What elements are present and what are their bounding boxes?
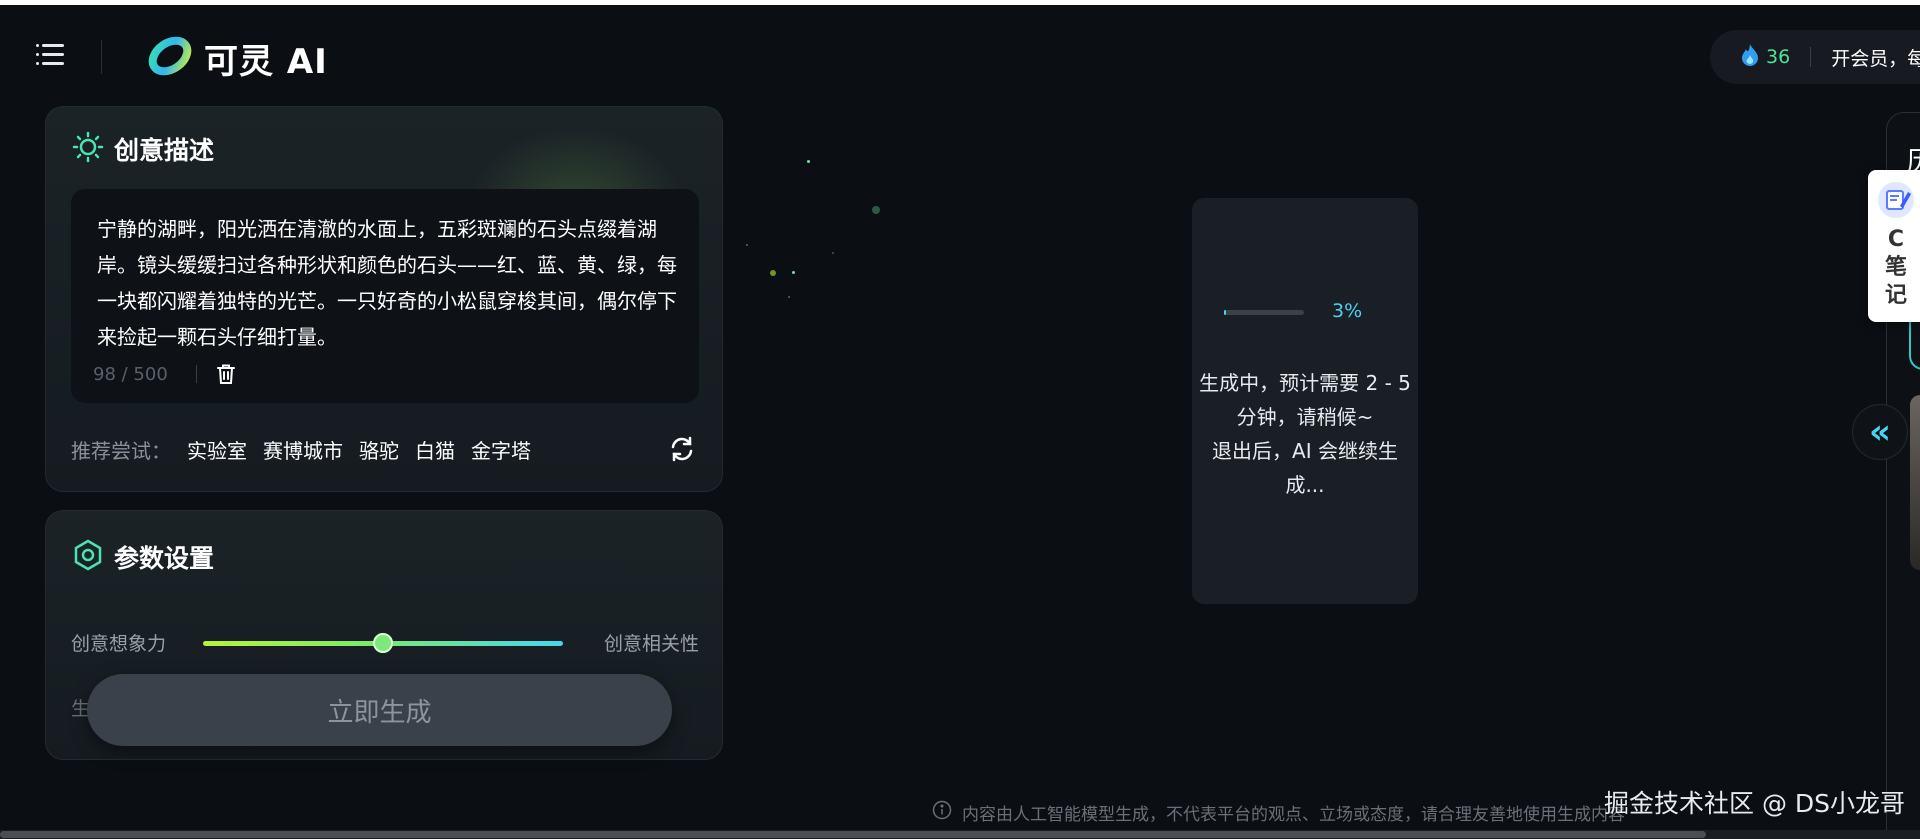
brand-logo[interactable]: 可灵 AI	[146, 32, 328, 84]
char-count: 98 / 500	[93, 363, 168, 385]
slider-thumb[interactable]	[373, 633, 393, 653]
note-label-line: 记	[1884, 283, 1907, 308]
slider-left-label: 创意想象力	[71, 633, 167, 655]
creativity-slider-row: 创意想象力 创意相关性	[71, 621, 699, 661]
info-icon	[932, 800, 952, 825]
points-count: 36	[1766, 46, 1791, 68]
header-divider	[101, 40, 102, 74]
star-dot	[872, 206, 880, 214]
creativity-slider[interactable]	[203, 633, 563, 653]
top-border	[0, 0, 1920, 5]
suggestion-chip[interactable]: 金字塔	[471, 435, 531, 464]
points-pill[interactable]: 36 开会员，每	[1710, 30, 1920, 84]
star-dot	[788, 296, 790, 298]
progress-message-line: 退出后，AI 会继续生成...	[1212, 439, 1398, 497]
star-dot	[832, 252, 834, 254]
generation-progress-card: 3% 生成中，预计需要 2 - 5 分钟，请稍候~ 退出后，AI 会继续生成..…	[1192, 198, 1418, 604]
note-widget[interactable]: C 笔 记	[1868, 170, 1920, 322]
suggestion-row: 推荐尝试： 实验室 赛博城市 骆驼 白猫 金字塔	[71, 435, 531, 464]
pill-divider	[1810, 47, 1812, 67]
suggestion-chip[interactable]: 骆驼	[359, 435, 399, 464]
suggestion-chip[interactable]: 实验室	[187, 435, 247, 464]
flame-icon	[1740, 43, 1760, 71]
creative-description-header: 创意描述	[72, 131, 214, 167]
parameter-settings-title: 参数设置	[114, 544, 215, 573]
progress-message: 生成中，预计需要 2 - 5 分钟，请稍候~ 退出后，AI 会继续生成...	[1192, 366, 1418, 502]
suggestion-label: 推荐尝试：	[71, 439, 171, 463]
kling-logo-icon	[146, 32, 194, 84]
note-pen-icon	[1876, 180, 1916, 224]
note-label-line: C	[1887, 227, 1905, 252]
suggestion-chip[interactable]: 白猫	[415, 435, 455, 464]
slider-right-label: 创意相关性	[603, 633, 699, 655]
prompt-text[interactable]: 宁静的湖畔，阳光洒在清澈的水面上，五彩斑斓的石头点缀着湖岸。镜头缓缓扫过各种形状…	[97, 211, 677, 355]
thumbnail-edge[interactable]	[1910, 395, 1920, 570]
scrollbar-thumb[interactable]	[0, 831, 1706, 838]
star-dot	[792, 271, 795, 274]
note-label: C 笔 记	[1868, 226, 1920, 310]
horizontal-scrollbar[interactable]	[0, 830, 1920, 839]
creative-description-card: 创意描述 宁静的湖畔，阳光洒在清澈的水面上，五彩斑斓的石头点缀着湖岸。镜头缓缓扫…	[45, 106, 723, 492]
suggestion-chip[interactable]: 赛博城市	[263, 435, 343, 464]
note-label-line: 笔	[1884, 255, 1907, 280]
star-dot	[807, 160, 810, 163]
hexagon-icon	[72, 539, 104, 575]
generate-button[interactable]: 立即生成	[87, 674, 672, 746]
prompt-textarea[interactable]: 宁静的湖畔，阳光洒在清澈的水面上，五彩斑斓的石头点缀着湖岸。镜头缓缓扫过各种形状…	[71, 189, 699, 403]
collapse-panel-button[interactable]: «	[1852, 404, 1908, 460]
progress-fill	[1224, 310, 1227, 315]
star-dot	[746, 244, 748, 246]
ai-disclaimer: 内容由人工智能模型生成，不代表平台的观点、立场或态度，请合理友善地使用生成内容	[932, 800, 1625, 825]
double-chevron-left-icon: «	[1869, 412, 1891, 452]
progress-message-line: 生成中，预计需要 2 - 5 分钟，请稍候~	[1199, 371, 1411, 429]
sun-icon	[72, 131, 104, 167]
menu-icon[interactable]	[36, 44, 64, 70]
refresh-icon[interactable]	[668, 435, 696, 467]
disclaimer-text: 内容由人工智能模型生成，不代表平台的观点、立场或态度，请合理友善地使用生成内容	[962, 805, 1625, 825]
vip-link[interactable]: 开会员，每	[1831, 44, 1920, 71]
star-dot	[770, 270, 776, 276]
watermark: 掘金技术社区 @ DS小龙哥	[1604, 789, 1906, 818]
brand-name: 可灵 AI	[204, 41, 328, 82]
meta-divider	[195, 365, 197, 383]
progress-percent: 3%	[1332, 300, 1363, 322]
prompt-meta: 98 / 500	[93, 363, 237, 385]
creative-description-title: 创意描述	[114, 136, 215, 165]
trash-icon[interactable]	[215, 363, 237, 385]
parameter-settings-header: 参数设置	[72, 539, 214, 575]
progress-bar	[1224, 310, 1304, 315]
